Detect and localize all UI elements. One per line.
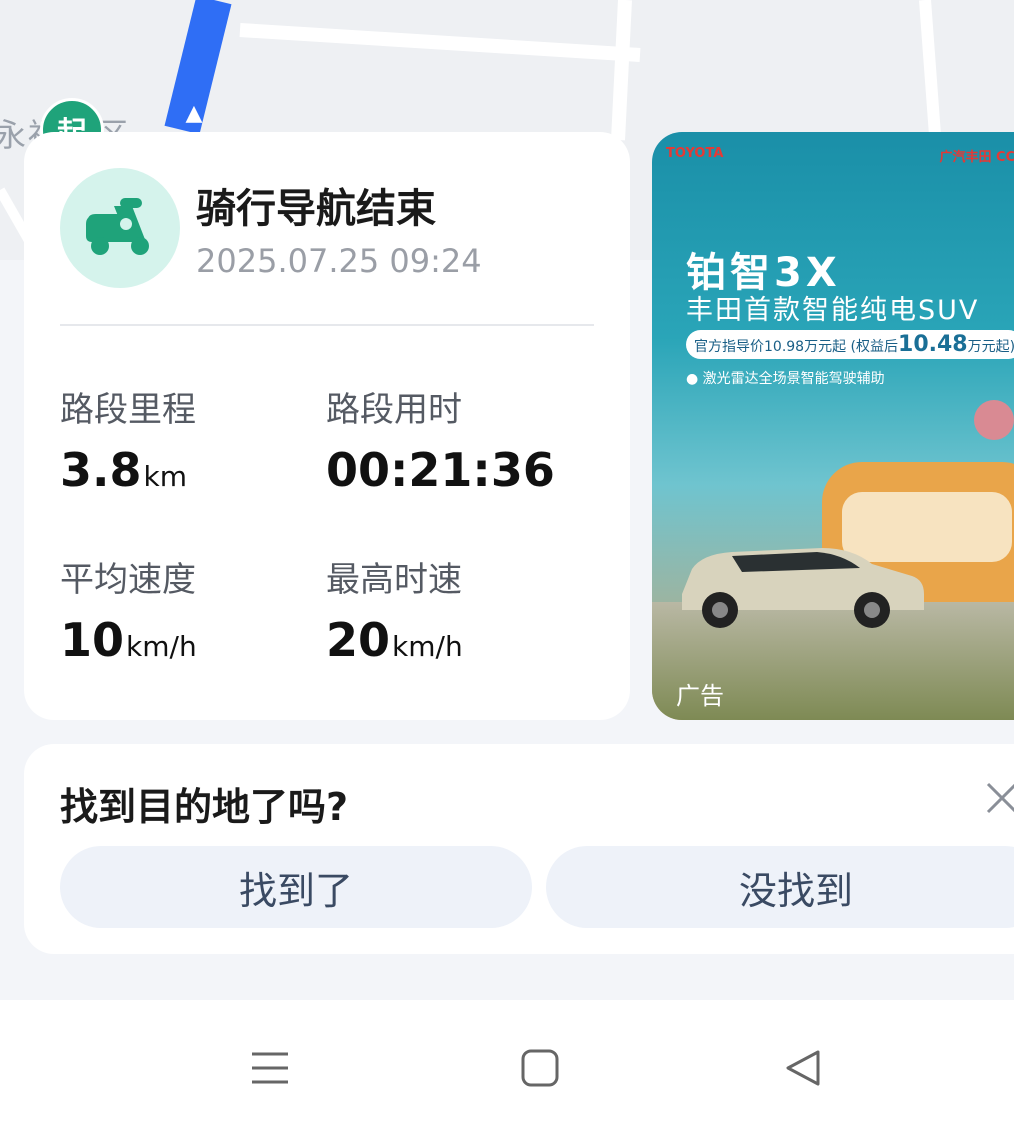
trip-datetime: 2025.07.25 09:24 (196, 242, 482, 280)
stat-value: 10km/h (60, 613, 197, 667)
ad-car-image (682, 548, 924, 628)
ad-brand-logo: TOYOTA (666, 146, 724, 161)
trip-summary-card: 骑行导航结束 2025.07.25 09:24 路段里程 3.8km 路段用时 … (24, 132, 630, 720)
stat-value: 3.8km (60, 443, 188, 497)
stat-label: 最高时速 (326, 560, 462, 600)
ad-price: 官方指导价10.98万元起 (权益后10.48万元起) (686, 330, 1014, 359)
scooter-icon (86, 198, 149, 255)
feedback-question: 找到目的地了吗? (60, 785, 349, 829)
divider (60, 324, 594, 326)
stat-max-speed: 最高时速 20km/h (326, 552, 463, 667)
found-button[interactable]: 找到了 (60, 846, 532, 928)
ad-balloon (974, 400, 1014, 440)
close-icon[interactable] (982, 778, 1014, 818)
home-icon[interactable] (520, 1048, 560, 1088)
stat-label: 路段用时 (326, 390, 462, 430)
ad-brand-logo-right: 广汽丰田 CCT (939, 150, 1014, 165)
advertisement-card[interactable]: TOYOTA 广汽丰田 CCT 铂智3X 丰田首款智能纯电SUV 官方指导价10… (652, 132, 1014, 720)
ad-subtitle: 丰田首款智能纯电SUV (686, 295, 980, 326)
trip-title: 骑行导航结束 (196, 186, 436, 232)
screen: 永福社区 起 ▲ 骑行导航结束 2025.07.25 09:24 路段里程 3.… (0, 0, 1014, 1134)
scooter-avatar (60, 168, 180, 288)
navigation-arrow-icon: ▲ (185, 101, 203, 126)
not-found-button[interactable]: 没找到 (546, 846, 1014, 928)
stat-unit: km/h (392, 630, 463, 663)
destination-feedback-card: 找到目的地了吗? 找到了 没找到 (24, 744, 1014, 954)
stat-unit: km (143, 460, 188, 493)
stat-average-speed: 平均速度 10km/h (60, 552, 197, 667)
ad-tag: 广告 (676, 682, 724, 710)
ad-feature: ● 激光雷达全场景智能驾驶辅助 (686, 371, 885, 387)
menu-icon[interactable] (250, 1048, 290, 1088)
stat-value: 20km/h (326, 613, 463, 667)
back-icon[interactable] (784, 1048, 824, 1088)
stat-unit: km/h (126, 630, 197, 663)
stat-label: 平均速度 (60, 560, 196, 600)
stat-duration: 路段用时 00:21:36 (326, 382, 557, 497)
stat-label: 路段里程 (60, 390, 196, 430)
stat-value: 00:21:36 (326, 443, 555, 497)
system-navigation-bar (0, 1000, 1014, 1134)
stat-distance: 路段里程 3.8km (60, 382, 196, 497)
